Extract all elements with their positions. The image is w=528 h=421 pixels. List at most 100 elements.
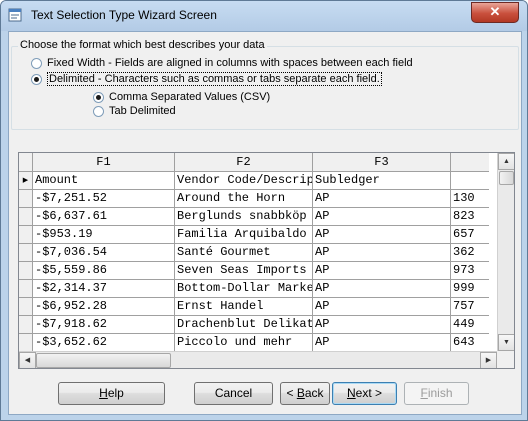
dialog-client-area: Choose the format which best describes y… [8,31,522,415]
table-cell[interactable]: 362 [451,244,489,261]
table-row[interactable]: -$7,036.54 Santé Gourmet AP 362 [19,244,489,262]
radio-tab-delimited-button[interactable] [93,105,104,117]
radio-tab-delimited[interactable]: Tab Delimited [93,105,176,117]
table-cell[interactable]: 449 [451,316,489,333]
close-button[interactable]: ✕ [471,2,519,23]
table-cell[interactable]: AP [313,262,451,279]
radio-fixed-width[interactable]: Fixed Width - Fields are aligned in colu… [31,57,413,69]
column-header-f1[interactable]: F1 [33,153,175,171]
grid-header-row: F1 F2 F3 [19,153,489,172]
row-header[interactable] [19,334,33,351]
back-button[interactable]: < Back [280,382,330,405]
radio-delimited[interactable]: Delimited - Characters such as commas or… [31,72,382,86]
column-header-f4[interactable] [451,153,489,171]
table-cell[interactable]: Familia Arquibaldo [175,226,313,243]
table-cell[interactable]: AP [313,298,451,315]
table-cell[interactable]: AP [313,280,451,297]
scroll-left-button[interactable]: ◀ [19,352,36,368]
cancel-button[interactable]: Cancel [194,382,273,405]
row-header[interactable] [19,298,33,315]
table-row[interactable]: -$7,918.62 Drachenblut Delikatessen AP 4… [19,316,489,334]
radio-fixed-width-label: Fixed Width - Fields are aligned in colu… [47,57,413,69]
table-cell[interactable]: -$5,559.86 [33,262,175,279]
arrow-up-icon: ▲ [503,158,510,165]
table-row[interactable]: -$6,952.28 Ernst Handel AP 757 [19,298,489,316]
row-header[interactable] [19,244,33,261]
finish-button[interactable]: Finish [404,382,469,405]
table-cell[interactable]: -$7,036.54 [33,244,175,261]
title-bar[interactable]: Text Selection Type Wizard Screen ✕ [1,1,527,31]
table-cell[interactable]: Amount [33,172,175,189]
scroll-up-button[interactable]: ▲ [498,153,514,170]
radio-fixed-width-button[interactable] [31,57,42,69]
table-cell[interactable]: AP [313,190,451,207]
row-header[interactable] [19,316,33,333]
table-cell[interactable]: Vendor Code/Description [175,172,313,189]
table-row[interactable]: -$6,637.61 Berglunds snabbköp AP 823 [19,208,489,226]
table-row[interactable]: -$3,652.62 Piccolo und mehr AP 643 [19,334,489,352]
row-header[interactable] [19,226,33,243]
table-cell[interactable]: AP [313,226,451,243]
data-preview-grid[interactable]: F1 F2 F3 ▶ Amount Vendor Code/Descriptio… [18,152,515,369]
table-cell[interactable]: Ernst Handel [175,298,313,315]
horizontal-scrollbar[interactable]: ◀ ▶ [19,351,497,368]
radio-tab-delimited-label: Tab Delimited [109,105,176,117]
table-cell[interactable]: AP [313,208,451,225]
table-cell[interactable]: Seven Seas Imports [175,262,313,279]
table-cell[interactable]: Drachenblut Delikatessen [175,316,313,333]
vertical-scroll-thumb[interactable] [499,171,514,185]
table-cell[interactable]: Berglunds snabbköp [175,208,313,225]
radio-csv[interactable]: Comma Separated Values (CSV) [93,91,270,103]
table-cell[interactable]: -$7,918.62 [33,316,175,333]
table-row[interactable]: -$5,559.86 Seven Seas Imports AP 973 [19,262,489,280]
table-row[interactable]: -$7,251.52 Around the Horn AP 130 [19,190,489,208]
table-cell[interactable]: Bottom-Dollar Markets [175,280,313,297]
scroll-down-button[interactable]: ▼ [498,334,514,351]
table-row[interactable]: -$2,314.37 Bottom-Dollar Markets AP 999 [19,280,489,298]
scroll-right-button[interactable]: ▶ [480,352,497,368]
table-cell[interactable]: -$3,652.62 [33,334,175,351]
arrow-right-icon: ▶ [485,357,492,364]
table-cell[interactable]: AP [313,334,451,351]
table-cell[interactable]: AP [313,244,451,261]
table-cell[interactable]: -$6,952.28 [33,298,175,315]
table-row[interactable]: -$953.19 Familia Arquibaldo AP 657 [19,226,489,244]
table-cell[interactable]: 973 [451,262,489,279]
next-button-label: Next > [346,386,383,400]
table-cell[interactable]: 999 [451,280,489,297]
table-cell[interactable]: Around the Horn [175,190,313,207]
help-button[interactable]: Help [58,382,165,405]
next-button[interactable]: Next > [332,382,397,405]
table-cell[interactable]: Piccolo und mehr [175,334,313,351]
horizontal-scroll-thumb[interactable] [36,353,171,368]
table-cell[interactable] [451,172,489,189]
table-cell[interactable]: 643 [451,334,489,351]
vertical-scrollbar[interactable]: ▲ ▼ [497,153,514,351]
table-cell[interactable]: -$6,637.61 [33,208,175,225]
table-cell[interactable]: Santé Gourmet [175,244,313,261]
column-header-f3[interactable]: F3 [313,153,451,171]
scrollbar-corner [497,351,514,368]
grid-corner-cell [19,153,33,171]
help-button-label: Help [99,386,124,400]
row-header[interactable] [19,208,33,225]
table-cell[interactable]: -$2,314.37 [33,280,175,297]
table-row[interactable]: ▶ Amount Vendor Code/Description Subledg… [19,172,489,190]
table-cell[interactable]: 130 [451,190,489,207]
table-cell[interactable]: -$953.19 [33,226,175,243]
table-cell[interactable]: -$7,251.52 [33,190,175,207]
table-cell[interactable]: 757 [451,298,489,315]
column-header-f2[interactable]: F2 [175,153,313,171]
wizard-window: Text Selection Type Wizard Screen ✕ Choo… [0,0,528,421]
close-icon: ✕ [489,4,501,19]
row-header[interactable] [19,190,33,207]
table-cell[interactable]: 823 [451,208,489,225]
table-cell[interactable]: Subledger [313,172,451,189]
row-header[interactable] [19,280,33,297]
radio-csv-button[interactable] [93,91,104,103]
table-cell[interactable]: AP [313,316,451,333]
app-icon [8,8,22,22]
table-cell[interactable]: 657 [451,226,489,243]
row-header[interactable] [19,262,33,279]
radio-delimited-button[interactable] [31,73,42,85]
